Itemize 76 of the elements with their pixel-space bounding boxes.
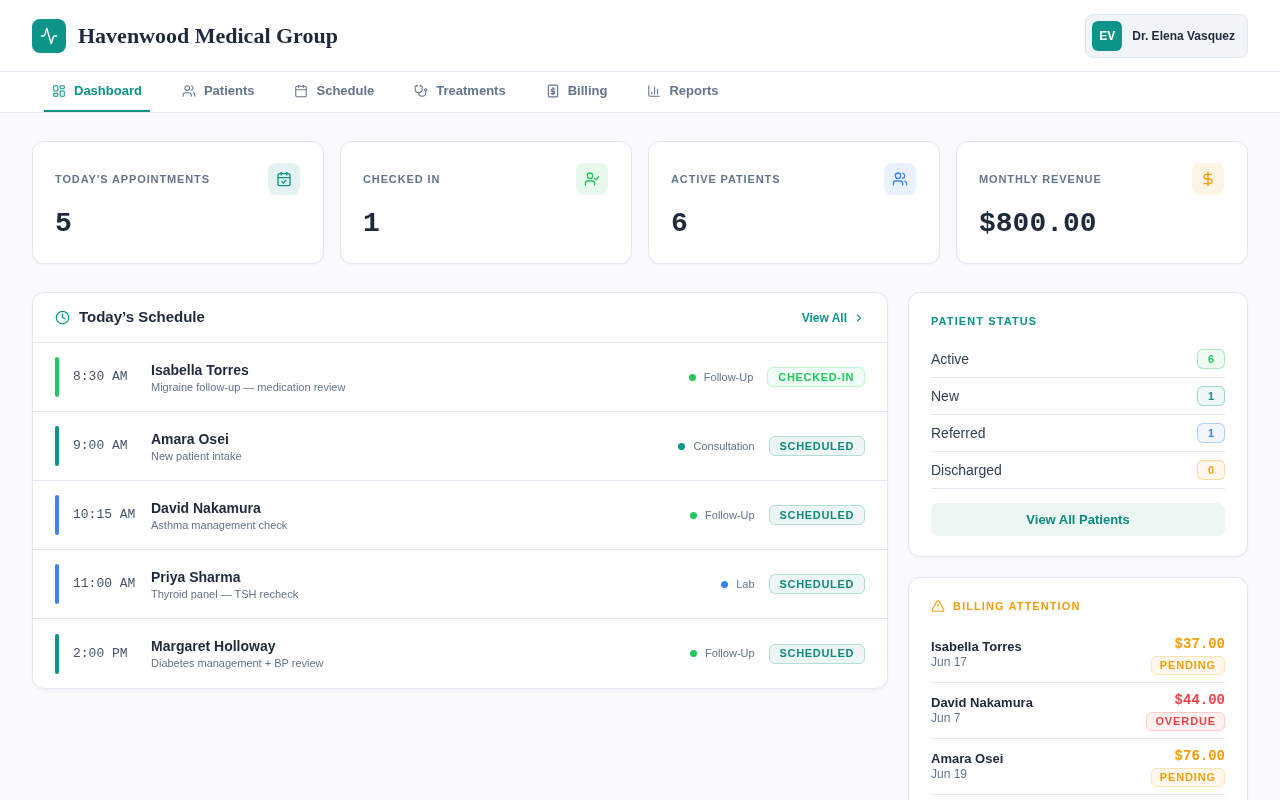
- appointment-type: Lab: [736, 576, 755, 592]
- stat-label: CHECKED IN: [363, 171, 441, 187]
- appointment-detail: New patient intake: [151, 448, 242, 463]
- section-title: BILLING ATTENTION: [953, 599, 1081, 613]
- dollar-receipt-icon: [545, 84, 560, 98]
- patient-name: Amara Osei: [151, 429, 230, 448]
- appointment-type: Follow-Up: [703, 369, 754, 385]
- bill-amount: $37.00: [1174, 634, 1225, 653]
- section-title: PATIENT STATUS: [931, 314, 1038, 328]
- stat-value: 6: [671, 207, 688, 241]
- nav-tab[interactable]: Schedule: [286, 72, 383, 112]
- appointment-type: Consultation: [693, 438, 755, 454]
- bill-amount: $44.00: [1174, 690, 1225, 709]
- bill-amount: $76.00: [1174, 746, 1225, 765]
- stat-label: ACTIVE PATIENTS: [671, 171, 781, 187]
- patient-name: David Nakamura: [931, 695, 1033, 711]
- patient-name: Margaret Holloway: [151, 637, 277, 655]
- bill-date: Jun 17: [931, 655, 969, 670]
- appointment-type: Follow-Up: [705, 646, 755, 662]
- status-badge: OVERDUE: [1146, 711, 1225, 731]
- count-badge: 1: [1197, 423, 1225, 443]
- status-badge: SCHEDULED: [768, 436, 865, 456]
- status-label: Active: [931, 349, 970, 369]
- patient-name: Priya Sharma: [151, 567, 242, 586]
- stethoscope-icon: [414, 84, 429, 98]
- section-title: Today’s Schedule: [79, 307, 205, 328]
- patient-name: David Nakamura: [151, 498, 262, 517]
- nav-tab[interactable]: Dashboard: [44, 72, 150, 112]
- clock-icon: [55, 310, 70, 325]
- status-label: New: [931, 386, 959, 406]
- appointment-time: 8:30 AM: [73, 368, 129, 387]
- view-all-patients-button[interactable]: View All Patients: [931, 503, 1225, 536]
- view-all-link[interactable]: View All: [801, 308, 865, 327]
- appointment-time: 2:00 PM: [73, 644, 129, 663]
- bill-date: Jun 19: [931, 767, 969, 782]
- app-title: Havenwood Medical Group: [78, 22, 338, 50]
- bar-chart-icon: [647, 84, 662, 98]
- appointment-type: Follow-Up: [705, 507, 755, 523]
- patient-name: Isabella Torres: [151, 360, 250, 379]
- calendar-icon: [294, 84, 309, 98]
- status-label: Discharged: [931, 460, 1002, 480]
- patient-name: Amara Osei: [931, 751, 1004, 767]
- appointment-detail: Asthma management check: [151, 517, 288, 532]
- patient-name: Isabella Torres: [931, 639, 1022, 655]
- status-badge: CHECKED-IN: [767, 367, 865, 387]
- stat-label: TODAY'S APPOINTMENTS: [55, 171, 210, 187]
- user-menu-button[interactable]: EV Dr. Elena Vasquez: [1085, 13, 1248, 58]
- status-badge: SCHEDULED: [768, 643, 865, 664]
- stat-value: $800.00: [979, 207, 1097, 241]
- status-badge: SCHEDULED: [768, 505, 865, 525]
- pulse-logo-icon: [32, 18, 66, 53]
- appointment-time: 11:00 AM: [73, 575, 137, 594]
- nav-tab[interactable]: Billing: [537, 72, 616, 112]
- grid-icon: [52, 84, 66, 98]
- count-badge: 6: [1197, 349, 1225, 369]
- nav-tab[interactable]: Patients: [173, 72, 263, 112]
- nav-tab[interactable]: Reports: [639, 72, 727, 112]
- status-badge: SCHEDULED: [768, 574, 865, 594]
- warning-icon: [931, 599, 945, 613]
- appointment-detail: Thyroid panel — TSH recheck: [151, 586, 299, 601]
- appointment-detail: Migraine follow-up — medication review: [151, 379, 346, 394]
- stat-label: MONTHLY REVENUE: [979, 171, 1102, 187]
- status-badge: PENDING: [1150, 655, 1225, 675]
- count-badge: 0: [1197, 460, 1225, 480]
- appointment-detail: Diabetes management + BP review: [151, 656, 324, 670]
- bill-date: Jun 7: [931, 711, 962, 726]
- stat-value: 5: [55, 207, 72, 241]
- stat-value: 1: [363, 207, 380, 241]
- count-badge: 1: [1197, 386, 1225, 406]
- users-icon: [181, 84, 196, 98]
- status-label: Referred: [931, 423, 986, 443]
- appointment-time: 9:00 AM: [73, 437, 129, 456]
- avatar-initials: EV: [1092, 20, 1123, 51]
- appointment-time: 10:15 AM: [73, 506, 137, 525]
- nav-tab[interactable]: Treatments: [406, 72, 514, 112]
- status-badge: PENDING: [1150, 767, 1225, 787]
